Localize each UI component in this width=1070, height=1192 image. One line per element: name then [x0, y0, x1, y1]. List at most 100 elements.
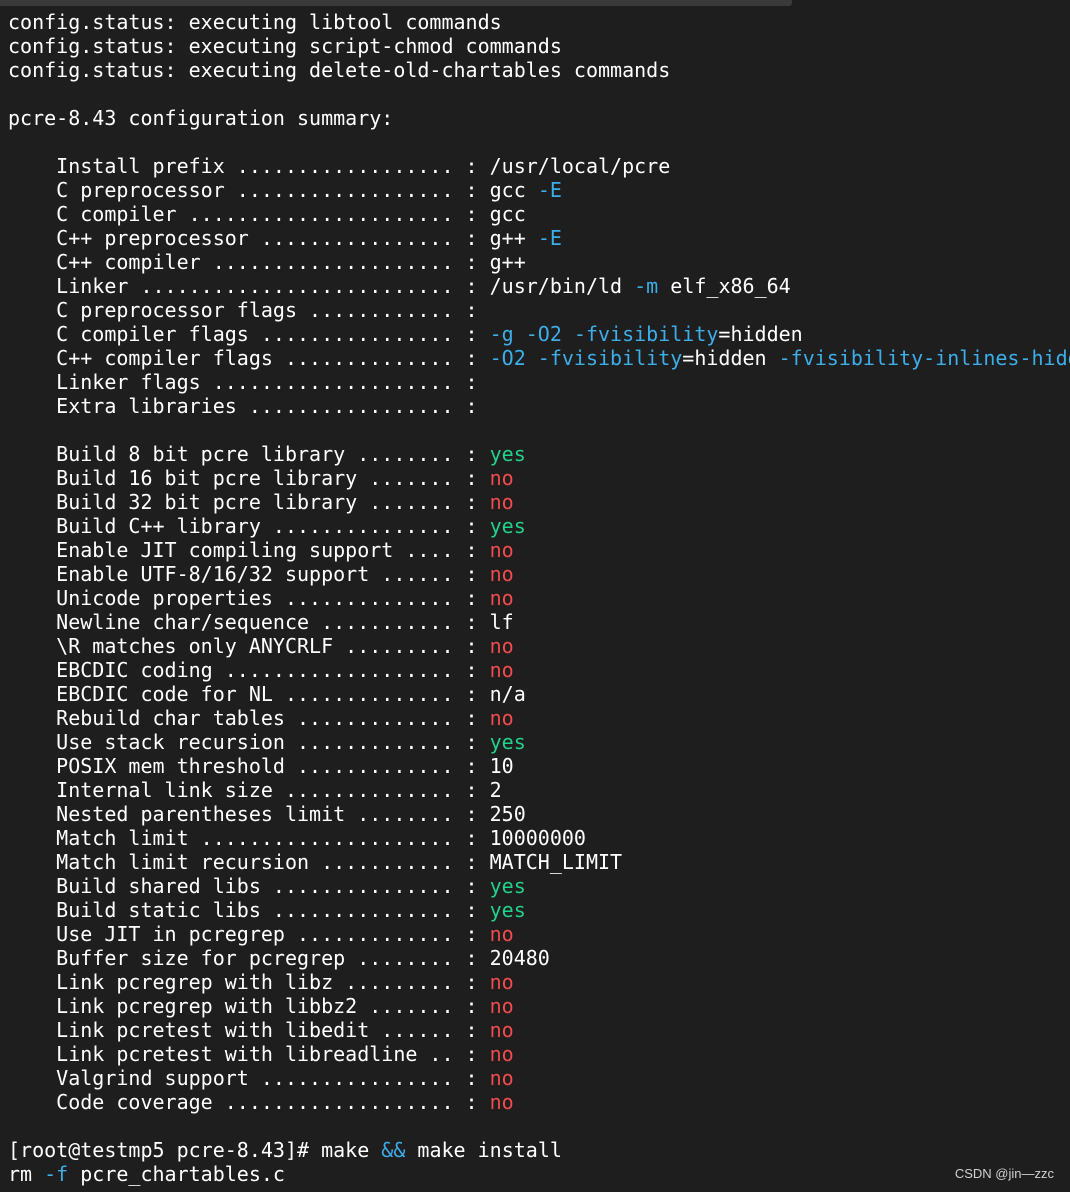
- terminal-text-segment: -O2 -fvisibility: [489, 346, 683, 370]
- terminal-text-segment: Enable JIT compiling support .... :: [8, 538, 490, 562]
- terminal-text-segment: Internal link size .............. : 2: [8, 778, 502, 802]
- terminal-text-segment: Use JIT in pcregrep ............. :: [8, 922, 490, 946]
- terminal-line: C++ compiler .................... : g++: [8, 250, 1070, 274]
- terminal-text-segment: Build shared libs ............... :: [8, 874, 490, 898]
- terminal-line: rm -f pcre_chartables.c: [8, 1162, 1070, 1186]
- terminal-text-segment: no: [489, 994, 514, 1018]
- terminal-text-segment: EBCDIC code for NL .............. : n/a: [8, 682, 526, 706]
- terminal-text-segment: Link pcretest with libreadline .. :: [8, 1042, 490, 1066]
- terminal-line: Enable JIT compiling support .... : no: [8, 538, 1070, 562]
- terminal-line: Link pcregrep with libbz2 ....... : no: [8, 994, 1070, 1018]
- terminal-line: config.status: executing delete-old-char…: [8, 58, 1070, 82]
- terminal-text-segment: Build 16 bit pcre library ....... :: [8, 466, 490, 490]
- terminal-line: [root@testmp5 pcre-8.43]# make && make i…: [8, 1138, 1070, 1162]
- terminal-line: config.status: executing libtool command…: [8, 10, 1070, 34]
- terminal-text-segment: -fvisibility-inlines-hidd: [778, 346, 1070, 370]
- terminal-text-segment: Code coverage ................... :: [8, 1090, 490, 1114]
- terminal-text-segment: pcre_chartables.c: [68, 1162, 285, 1186]
- watermark: CSDN @jin—zzc: [954, 1166, 1054, 1181]
- terminal-window[interactable]: config.status: executing libtool command…: [0, 0, 1070, 1192]
- terminal-line: Nested parentheses limit ........ : 250: [8, 802, 1070, 826]
- terminal-text-segment: Nested parentheses limit ........ : 250: [8, 802, 526, 826]
- terminal-line: C++ compiler flags .............. : -O2 …: [8, 346, 1070, 370]
- terminal-text-segment: Linker flags .................... :: [8, 370, 478, 394]
- terminal-text-segment: rm: [8, 1162, 45, 1186]
- terminal-text-segment: no: [489, 1090, 514, 1114]
- terminal-line: C++ preprocessor ................ : g++ …: [8, 226, 1070, 250]
- terminal-text-segment: Build 8 bit pcre library ........ :: [8, 442, 490, 466]
- terminal-text-segment: Match limit ..................... : 1000…: [8, 826, 586, 850]
- terminal-text-segment: =hidden: [682, 346, 779, 370]
- terminal-text-segment: Buffer size for pcregrep ........ : 2048…: [8, 946, 550, 970]
- terminal-text-segment: yes: [489, 730, 526, 754]
- terminal-text-segment: no: [489, 562, 514, 586]
- terminal-line: Build 32 bit pcre library ....... : no: [8, 490, 1070, 514]
- terminal-text-segment: -m: [634, 274, 659, 298]
- terminal-line: Link pcretest with libedit ...... : no: [8, 1018, 1070, 1042]
- terminal-line: C compiler flags ................ : -g -…: [8, 322, 1070, 346]
- terminal-text-segment: C preprocessor flags ............ :: [8, 298, 478, 322]
- terminal-line: Install prefix .................. : /usr…: [8, 154, 1070, 178]
- terminal-text-segment: elf_x86_64: [658, 274, 791, 298]
- terminal-text-segment: -E: [537, 226, 562, 250]
- terminal-text-segment: &&: [381, 1138, 406, 1162]
- terminal-line: EBCDIC code for NL .............. : n/a: [8, 682, 1070, 706]
- terminal-line: Enable UTF-8/16/32 support ...... : no: [8, 562, 1070, 586]
- terminal-text-segment: Build 32 bit pcre library ....... :: [8, 490, 490, 514]
- terminal-text-segment: make install: [405, 1138, 562, 1162]
- terminal-line: Valgrind support ................ : no: [8, 1066, 1070, 1090]
- terminal-text-segment: no: [489, 538, 514, 562]
- terminal-line: Use stack recursion ............. : yes: [8, 730, 1070, 754]
- terminal-text-segment: Link pcregrep with libbz2 ....... :: [8, 994, 490, 1018]
- terminal-text-segment: Extra libraries ................. :: [8, 394, 478, 418]
- terminal-line: \R matches only ANYCRLF ......... : no: [8, 634, 1070, 658]
- terminal-text-segment: no: [489, 586, 514, 610]
- terminal-line: Link pcretest with libreadline .. : no: [8, 1042, 1070, 1066]
- terminal-line: Match limit ..................... : 1000…: [8, 826, 1070, 850]
- terminal-text-segment: Match limit recursion ........... : MATC…: [8, 850, 623, 874]
- terminal-text-segment: Linker .......................... : /usr…: [8, 274, 635, 298]
- terminal-text-segment: C++ preprocessor ................ : g++: [8, 226, 538, 250]
- terminal-text-segment: config.status: executing libtool command…: [8, 10, 502, 34]
- terminal-text-segment: no: [489, 706, 514, 730]
- terminal-text-segment: [root@testmp5 pcre-8.43]# make: [8, 1138, 382, 1162]
- terminal-text-segment: yes: [489, 442, 526, 466]
- terminal-text-segment: yes: [489, 874, 526, 898]
- terminal-text-segment: -E: [537, 178, 562, 202]
- terminal-text-segment: C compiler ...................... : gcc: [8, 202, 526, 226]
- terminal-line: Build 16 bit pcre library ....... : no: [8, 466, 1070, 490]
- terminal-line: EBCDIC coding ................... : no: [8, 658, 1070, 682]
- terminal-line: Newline char/sequence ........... : lf: [8, 610, 1070, 634]
- terminal-line: Extra libraries ................. :: [8, 394, 1070, 418]
- terminal-line: POSIX mem threshold ............. : 10: [8, 754, 1070, 778]
- terminal-text-segment: Link pcregrep with libz ......... :: [8, 970, 490, 994]
- terminal-text-segment: yes: [489, 514, 526, 538]
- terminal-line: pcre-8.43 configuration summary:: [8, 106, 1070, 130]
- terminal-text-segment: no: [489, 1018, 514, 1042]
- terminal-text-segment: -g -O2 -fvisibility: [489, 322, 719, 346]
- terminal-line: Internal link size .............. : 2: [8, 778, 1070, 802]
- terminal-text-segment: no: [489, 634, 514, 658]
- terminal-text-segment: Build C++ library ............... :: [8, 514, 490, 538]
- terminal-line: Buffer size for pcregrep ........ : 2048…: [8, 946, 1070, 970]
- horizontal-scrollbar[interactable]: [0, 0, 792, 6]
- terminal-text-segment: =hidden: [718, 322, 803, 346]
- terminal-text-segment: no: [489, 466, 514, 490]
- terminal-text-segment: C++ compiler flags .............. :: [8, 346, 490, 370]
- terminal-text-segment: yes: [489, 898, 526, 922]
- terminal-line: Code coverage ................... : no: [8, 1090, 1070, 1114]
- terminal-line: Linker flags .................... :: [8, 370, 1070, 394]
- terminal-text-segment: config.status: executing script-chmod co…: [8, 34, 562, 58]
- terminal-line: config.status: executing script-chmod co…: [8, 34, 1070, 58]
- terminal-text-segment: Valgrind support ................ :: [8, 1066, 490, 1090]
- terminal-text-segment: Use stack recursion ............. :: [8, 730, 490, 754]
- terminal-text-segment: Install prefix .................. : /usr…: [8, 154, 671, 178]
- terminal-text-segment: no: [489, 1042, 514, 1066]
- terminal-line: Link pcregrep with libz ......... : no: [8, 970, 1070, 994]
- terminal-text-segment: no: [489, 970, 514, 994]
- terminal-line: Use JIT in pcregrep ............. : no: [8, 922, 1070, 946]
- terminal-line: C preprocessor .................. : gcc …: [8, 178, 1070, 202]
- terminal-text-segment: pcre-8.43 configuration summary:: [8, 106, 394, 130]
- terminal-text-segment: config.status: executing delete-old-char…: [8, 58, 671, 82]
